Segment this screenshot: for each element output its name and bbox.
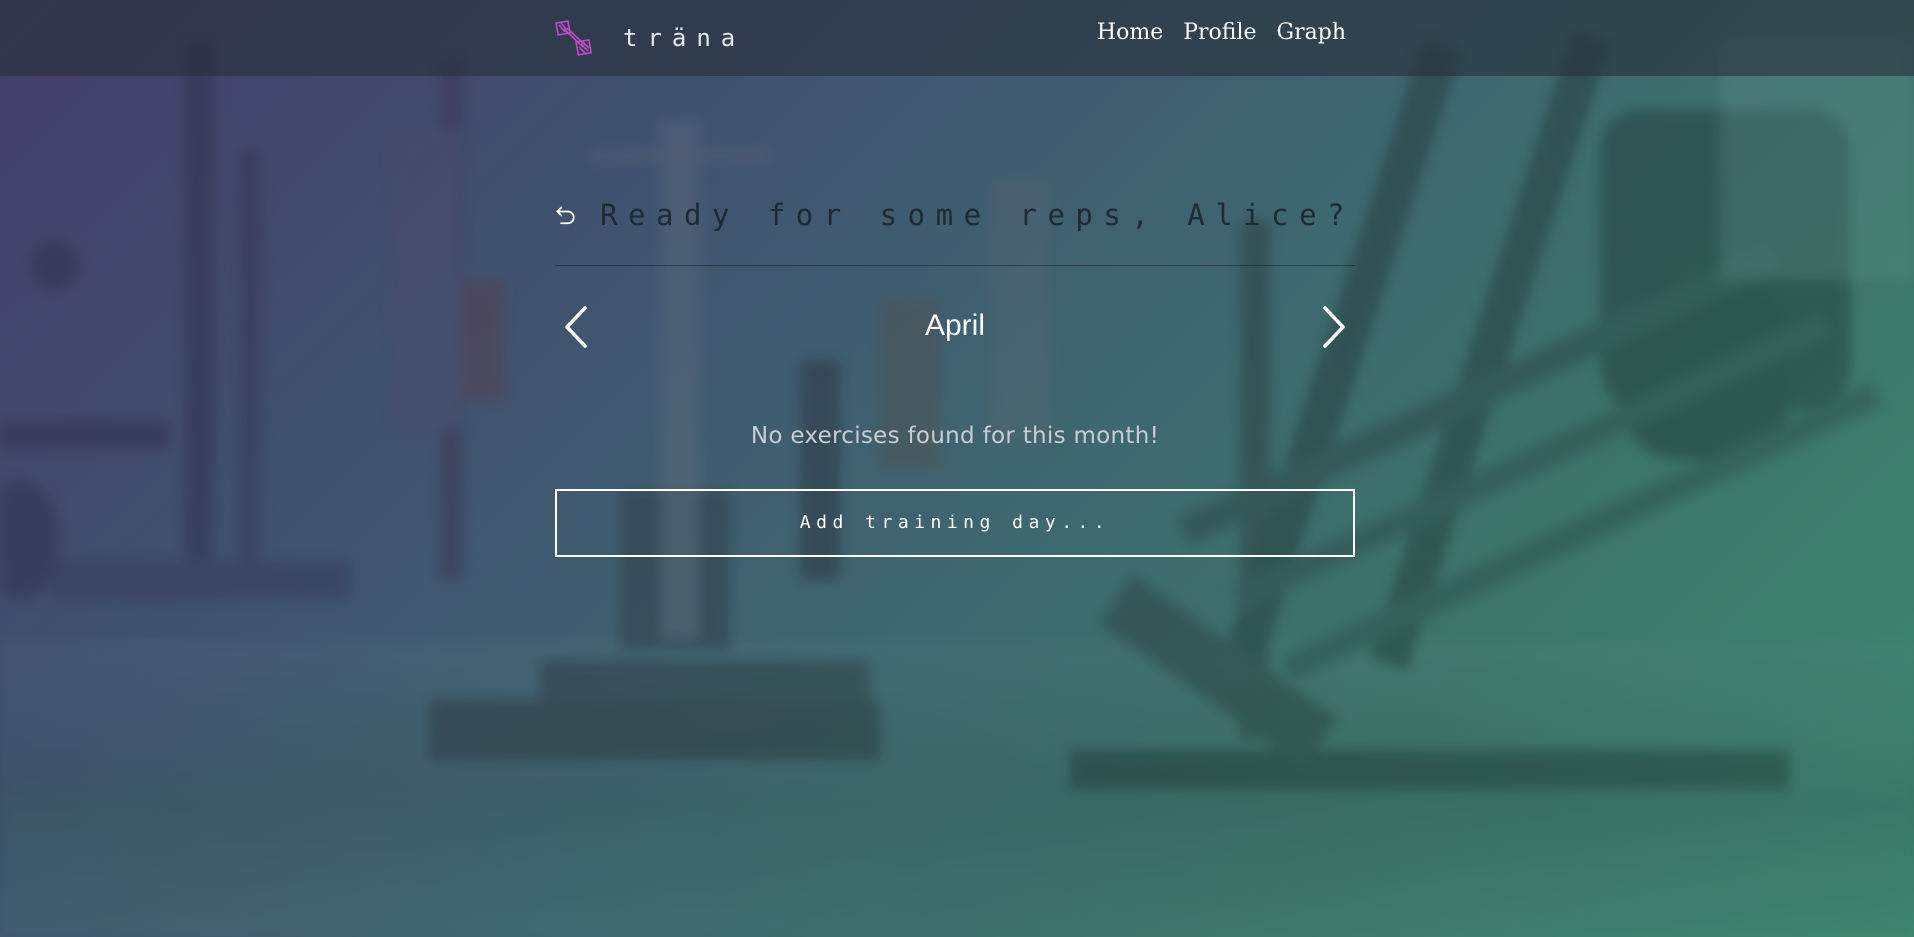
month-selector: April: [555, 297, 1355, 357]
add-training-day-button[interactable]: Add training day...: [555, 489, 1355, 557]
main-content: Ready for some reps, Alice? April No exe…: [555, 185, 1355, 557]
dumbbell-icon: [555, 20, 593, 56]
brand-name: träna: [623, 24, 746, 52]
month-label: April: [924, 309, 985, 342]
nav-link-home[interactable]: Home: [1097, 20, 1163, 45]
greeting-heading: Ready for some reps, Alice?: [600, 198, 1355, 232]
divider: [555, 265, 1355, 266]
empty-state-message: No exercises found for this month!: [750, 423, 1160, 449]
brand[interactable]: träna: [555, 18, 745, 58]
nav-link-profile[interactable]: Profile: [1183, 20, 1256, 45]
undo-arrow-icon[interactable]: [555, 197, 576, 233]
nav-links: Home Profile Graph: [1097, 20, 1346, 45]
nav-link-graph[interactable]: Graph: [1277, 20, 1346, 45]
chevron-right-icon[interactable]: [1321, 306, 1349, 348]
greeting-row: Ready for some reps, Alice?: [555, 185, 1355, 245]
navbar: träna Home Profile Graph: [0, 0, 1914, 76]
